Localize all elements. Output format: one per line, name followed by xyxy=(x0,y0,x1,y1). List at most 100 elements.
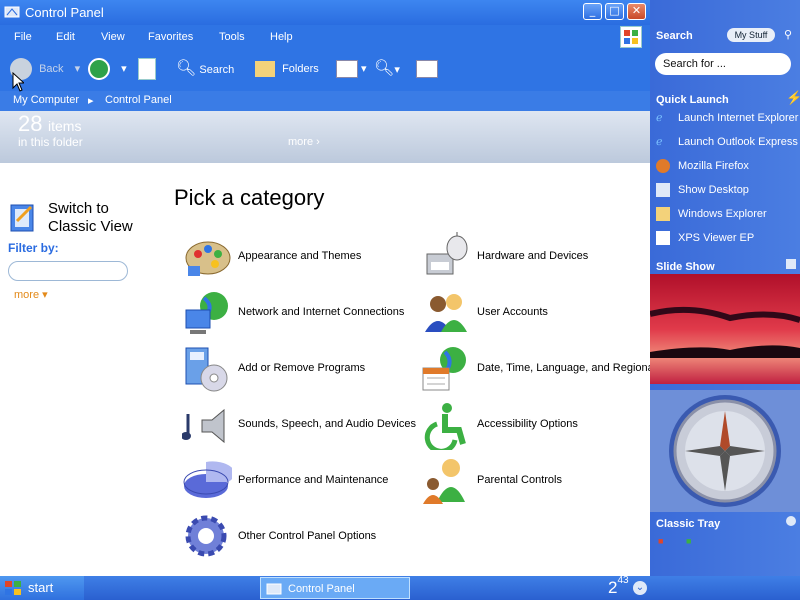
page-title: Pick a category xyxy=(174,185,325,210)
quicklaunch-explorer[interactable]: Windows Explorer xyxy=(656,204,800,224)
item-count: 28 xyxy=(18,111,43,136)
up-folder-button[interactable] xyxy=(138,57,156,81)
slideshow-options-icon[interactable] xyxy=(786,259,796,269)
clock[interactable]: 243 xyxy=(608,576,629,600)
other-options-icon xyxy=(185,515,227,557)
tray-icon-2[interactable]: ■ xyxy=(686,536,691,546)
category-label: Performance and Maintenance xyxy=(238,474,389,486)
slideshow-header: Slide Show xyxy=(656,261,715,273)
category-label: Date, Time, Language, and Regional xyxy=(477,362,650,374)
sidebar-search-input[interactable]: Search for ... xyxy=(655,53,791,75)
category-hardware[interactable]: Hardware and Devices xyxy=(421,232,650,282)
search-icon: 🔍︎ xyxy=(176,60,197,77)
switch-classic-view-link[interactable]: Switch to Classic View xyxy=(48,200,158,236)
datetime-icon xyxy=(422,347,466,391)
category-label: Accessibility Options xyxy=(477,418,578,430)
windows-start-icon xyxy=(5,581,21,595)
outlook-icon: ℯ xyxy=(656,136,663,148)
firefox-icon xyxy=(656,159,670,173)
mystuff-button[interactable]: My Stuff xyxy=(727,28,775,42)
quicklaunch-firefox[interactable]: Mozilla Firefox xyxy=(656,156,800,176)
breadcrumb-my-computer[interactable]: My Computer xyxy=(13,94,79,106)
category-accessibility[interactable]: Accessibility Options xyxy=(421,400,650,450)
network-icon xyxy=(185,292,228,334)
search-options-button[interactable]: 🔍︎▾ xyxy=(374,57,400,81)
folder-info-banner: 28 items in this folder more › xyxy=(0,111,650,163)
views-button[interactable]: ▾ xyxy=(336,57,367,81)
category-sounds[interactable]: Sounds, Speech, and Audio Devices xyxy=(182,400,417,450)
xps-icon xyxy=(656,231,670,245)
quicklaunch-outlook[interactable]: ℯ Launch Outlook Express xyxy=(656,132,800,152)
sidebar-gadgets: Search My Stuff ⚲ Search for ... Quick L… xyxy=(650,0,800,576)
quicklaunch-xps[interactable]: XPS Viewer EP xyxy=(656,228,800,248)
mouse-cursor-icon xyxy=(12,72,24,92)
desktop-icon xyxy=(656,183,670,197)
compass-gadget[interactable] xyxy=(650,390,800,512)
slideshow-image[interactable] xyxy=(650,274,800,384)
menu-tools[interactable]: Tools xyxy=(219,31,245,43)
tray-expand-icon[interactable]: ⌄ xyxy=(633,581,647,595)
performance-icon xyxy=(183,461,232,498)
menu-help[interactable]: Help xyxy=(270,31,293,43)
category-programs[interactable]: Add or Remove Programs xyxy=(182,344,412,394)
classic-tray-header: Classic Tray xyxy=(656,518,721,530)
control-panel-task-icon xyxy=(266,583,282,595)
sidebar-search-magnifier-icon[interactable]: ⚲ xyxy=(784,28,792,41)
category-appearance[interactable]: Appearance and Themes xyxy=(182,232,412,282)
start-button[interactable]: start xyxy=(0,576,84,600)
category-label: Sounds, Speech, and Audio Devices xyxy=(238,418,416,430)
title-bar[interactable]: Control Panel _ □ ✕ xyxy=(0,0,650,25)
category-user-accounts[interactable]: User Accounts xyxy=(421,288,650,338)
filter-label: Filter by: xyxy=(8,241,59,255)
item-count-label: items xyxy=(48,118,82,134)
filter-input[interactable] xyxy=(8,261,128,281)
sidebar-search-header: Search xyxy=(656,30,693,42)
sounds-icon xyxy=(182,408,225,444)
quicklaunch-desktop[interactable]: Show Desktop xyxy=(656,180,800,200)
user-accounts-icon xyxy=(425,294,467,332)
taskbar-control-panel[interactable]: Control Panel xyxy=(260,577,410,599)
category-label: Hardware and Devices xyxy=(477,250,589,262)
tray-options-icon[interactable] xyxy=(786,516,796,526)
category-other-options[interactable]: Other Control Panel Options xyxy=(182,512,412,562)
left-task-pane: Switch to Classic View Filter by: more ▾ xyxy=(0,163,160,576)
control-panel-icon xyxy=(4,6,20,18)
category-label: Network and Internet Connections xyxy=(238,306,405,318)
category-parental[interactable]: Parental Controls xyxy=(421,456,650,506)
search-button[interactable]: 🔍︎ Search xyxy=(176,57,234,81)
magnifier-icon: 🔍︎ xyxy=(374,60,395,77)
menu-view[interactable]: View xyxy=(101,31,125,43)
category-label: Parental Controls xyxy=(477,474,562,486)
quicklaunch-ie[interactable]: ℯ Launch Internet Explorer xyxy=(656,108,800,128)
tray-icon-1[interactable]: ■ xyxy=(658,536,663,546)
category-datetime[interactable]: Date, Time, Language, and Regional xyxy=(421,344,650,394)
lightning-icon: ⚡ xyxy=(786,90,800,105)
banner-more-link[interactable]: more › xyxy=(288,136,320,148)
ie-icon: ℯ xyxy=(656,112,663,124)
close-button[interactable]: ✕ xyxy=(627,3,646,20)
folders-button[interactable]: Folders xyxy=(255,57,319,81)
hardware-icon xyxy=(426,232,468,275)
explorer-icon xyxy=(656,207,670,221)
category-network[interactable]: Network and Internet Connections xyxy=(182,288,412,338)
left-more-link[interactable]: more ▾ xyxy=(14,288,48,301)
compass-icon xyxy=(669,395,781,507)
views-icon xyxy=(336,60,358,79)
in-folder-label: in this folder xyxy=(18,135,83,149)
breadcrumb-separator-icon: ▸ xyxy=(88,95,94,107)
category-label: Add or Remove Programs xyxy=(238,362,366,374)
menu-file[interactable]: File xyxy=(14,31,32,43)
forward-button[interactable]: ▾ xyxy=(88,57,127,81)
category-performance[interactable]: Performance and Maintenance xyxy=(182,456,412,506)
address-bar: My Computer ▸ Control Panel xyxy=(0,91,650,111)
windows-logo-icon xyxy=(620,26,642,48)
minimize-button[interactable]: _ xyxy=(583,3,602,20)
menu-edit[interactable]: Edit xyxy=(56,31,75,43)
quick-launch-header: Quick Launch xyxy=(656,94,729,106)
forward-arrow-icon xyxy=(88,58,110,81)
maximize-button[interactable]: □ xyxy=(605,3,624,20)
details-view-button[interactable] xyxy=(416,57,438,81)
breadcrumb-control-panel[interactable]: Control Panel xyxy=(105,94,172,106)
menu-favorites[interactable]: Favorites xyxy=(148,31,193,43)
category-label: Appearance and Themes xyxy=(238,250,362,262)
